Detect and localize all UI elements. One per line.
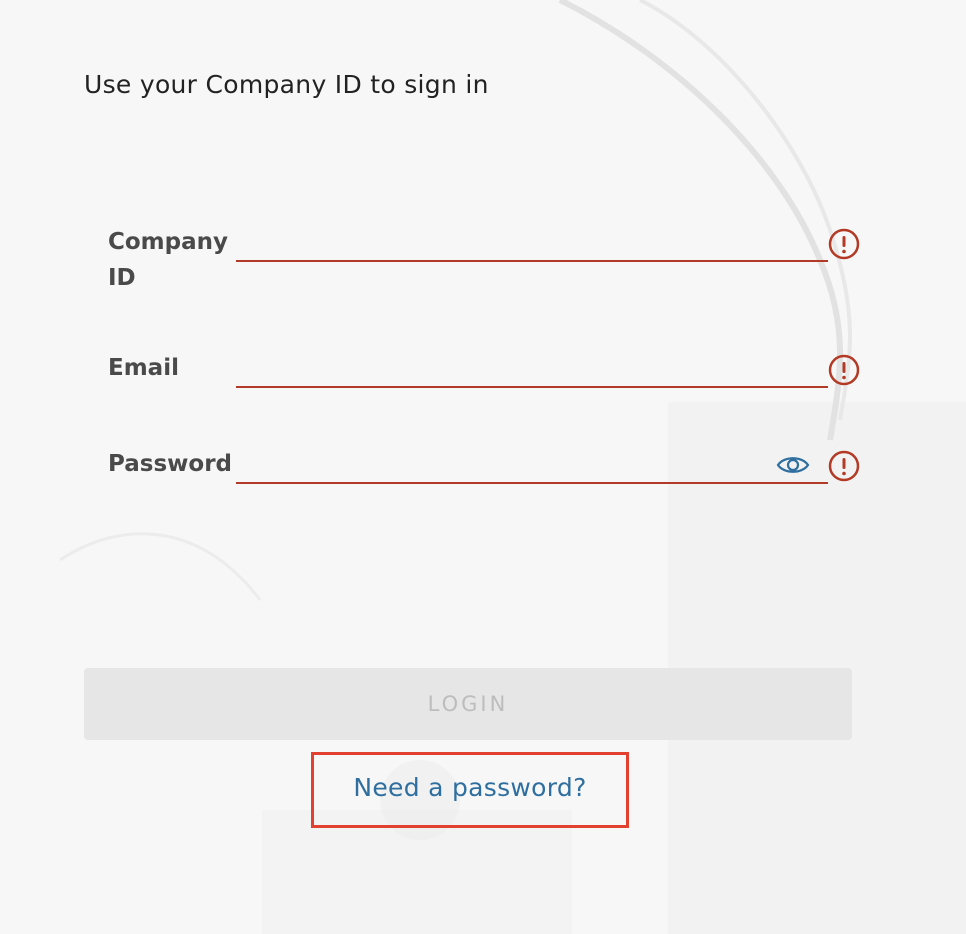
password-input[interactable] — [236, 452, 828, 484]
password-label: Password — [108, 451, 232, 477]
email-label: Email — [108, 355, 179, 381]
email-input[interactable] — [236, 356, 828, 388]
need-password-link[interactable]: Need a password? — [314, 773, 626, 802]
company-id-input[interactable] — [236, 230, 828, 262]
email-field: Email — [108, 350, 868, 398]
error-icon — [828, 354, 860, 386]
need-password-highlight: Need a password? — [311, 752, 629, 828]
company-id-label: Company ID — [108, 229, 228, 291]
eye-icon[interactable] — [776, 452, 810, 478]
page-heading: Use your Company ID to sign in — [84, 70, 489, 99]
error-icon — [828, 450, 860, 482]
password-field: Password — [108, 446, 868, 494]
company-id-field: Company ID — [108, 224, 868, 296]
error-icon — [828, 228, 860, 260]
login-button[interactable]: LOGIN — [84, 668, 852, 740]
login-page: Use your Company ID to sign in Company I… — [0, 0, 966, 934]
